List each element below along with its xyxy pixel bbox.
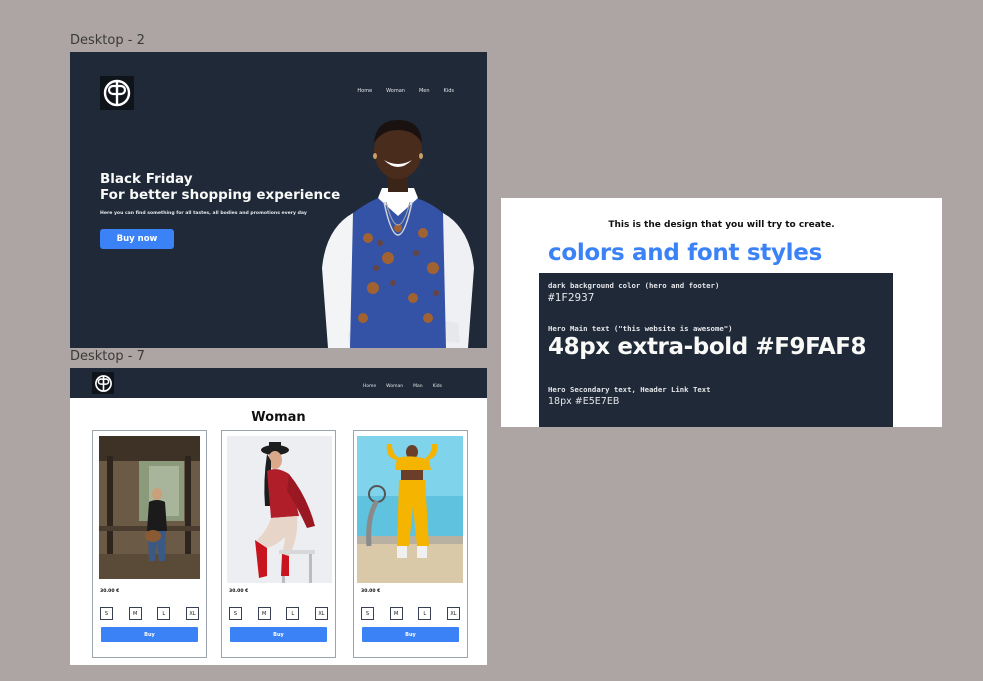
frame-label-desktop-2: Desktop - 2 bbox=[70, 33, 145, 48]
shop-header: Home Woman Man Kids bbox=[70, 368, 487, 398]
nav-link-home[interactable]: Home bbox=[357, 88, 372, 94]
product-image[interactable] bbox=[99, 436, 200, 579]
nav-link-home[interactable]: Home bbox=[363, 384, 376, 389]
guide-spec-block: dark background color (hero and footer) … bbox=[539, 273, 893, 427]
size-option-l[interactable]: L bbox=[418, 607, 432, 620]
size-option-l[interactable]: L bbox=[157, 607, 171, 620]
guide-intro-text: This is the design that you will try to … bbox=[608, 220, 835, 230]
product-card: 30.00 € S M L XL Buy bbox=[221, 430, 336, 658]
size-option-m[interactable]: M bbox=[128, 607, 142, 620]
size-option-m[interactable]: M bbox=[257, 607, 271, 620]
buy-button[interactable]: Buy bbox=[230, 627, 327, 642]
size-option-xl[interactable]: XL bbox=[185, 607, 199, 620]
shop-nav: Home Woman Man Kids bbox=[363, 384, 442, 389]
product-card: 30.00 € S M L XL Buy bbox=[353, 430, 468, 658]
size-option-l[interactable]: L bbox=[286, 607, 300, 620]
hero-secondary-text-label: Hero Secondary text, Header Link Text bbox=[548, 385, 711, 394]
size-option-s[interactable]: S bbox=[229, 607, 242, 620]
hero-nav: Home Woman Men Kids bbox=[357, 88, 454, 94]
buy-now-button[interactable]: Buy now bbox=[100, 229, 174, 249]
hero-model-image bbox=[322, 120, 474, 348]
hero-main-text-spec: 48px extra-bold #F9FAF8 bbox=[548, 334, 867, 360]
nav-link-men[interactable]: Men bbox=[419, 88, 430, 94]
nav-link-man[interactable]: Man bbox=[413, 384, 423, 389]
size-selector: S M L XL bbox=[100, 607, 199, 620]
product-price: 30.00 € bbox=[100, 589, 120, 594]
hero-subtitle: Here you can find something for all tast… bbox=[100, 211, 307, 216]
hero-title-line-1: Black Friday bbox=[100, 171, 193, 187]
bg-color-value: #1F2937 bbox=[548, 291, 595, 304]
shop-frame: Home Woman Man Kids Woman 30.00 € S M L … bbox=[70, 368, 487, 665]
hero-frame: Home Woman Men Kids Black Friday For bet… bbox=[70, 52, 487, 348]
logo-mark-icon bbox=[103, 79, 131, 107]
product-card: 30.00 € S M L XL Buy bbox=[92, 430, 207, 658]
size-option-s[interactable]: S bbox=[361, 607, 374, 620]
size-option-s[interactable]: S bbox=[100, 607, 113, 620]
nav-link-kids[interactable]: Kids bbox=[433, 384, 442, 389]
product-price: 30.00 € bbox=[229, 589, 249, 594]
size-option-xl[interactable]: XL bbox=[314, 607, 328, 620]
hero-title-line-2: For better shopping experience bbox=[100, 187, 341, 203]
nav-link-kids[interactable]: Kids bbox=[444, 88, 454, 94]
nav-link-woman[interactable]: Woman bbox=[386, 88, 405, 94]
product-image[interactable] bbox=[357, 436, 463, 583]
nav-link-woman[interactable]: Woman bbox=[386, 384, 403, 389]
guide-heading: colors and font styles bbox=[548, 240, 822, 266]
hero-secondary-text-spec: 18px #E5E7EB bbox=[548, 396, 620, 407]
buy-button[interactable]: Buy bbox=[101, 627, 198, 642]
size-option-xl[interactable]: XL bbox=[446, 607, 460, 620]
section-title: Woman bbox=[251, 410, 306, 425]
hero-main-text-label: Hero Main text ("this website is awesome… bbox=[548, 324, 733, 333]
size-selector: S M L XL bbox=[361, 607, 460, 620]
product-image[interactable] bbox=[227, 436, 332, 583]
style-guide-panel: This is the design that you will try to … bbox=[501, 198, 942, 427]
logo-mark-icon bbox=[94, 374, 112, 392]
bg-color-label: dark background color (hero and footer) bbox=[548, 281, 720, 290]
size-selector: S M L XL bbox=[229, 607, 328, 620]
brand-logo[interactable] bbox=[100, 76, 134, 110]
buy-button[interactable]: Buy bbox=[362, 627, 459, 642]
size-option-m[interactable]: M bbox=[389, 607, 403, 620]
product-price: 30.00 € bbox=[361, 589, 381, 594]
hero-title: Black Friday For better shopping experie… bbox=[100, 171, 340, 203]
frame-label-desktop-7: Desktop - 7 bbox=[70, 349, 145, 364]
shop-brand-logo[interactable] bbox=[92, 372, 114, 394]
